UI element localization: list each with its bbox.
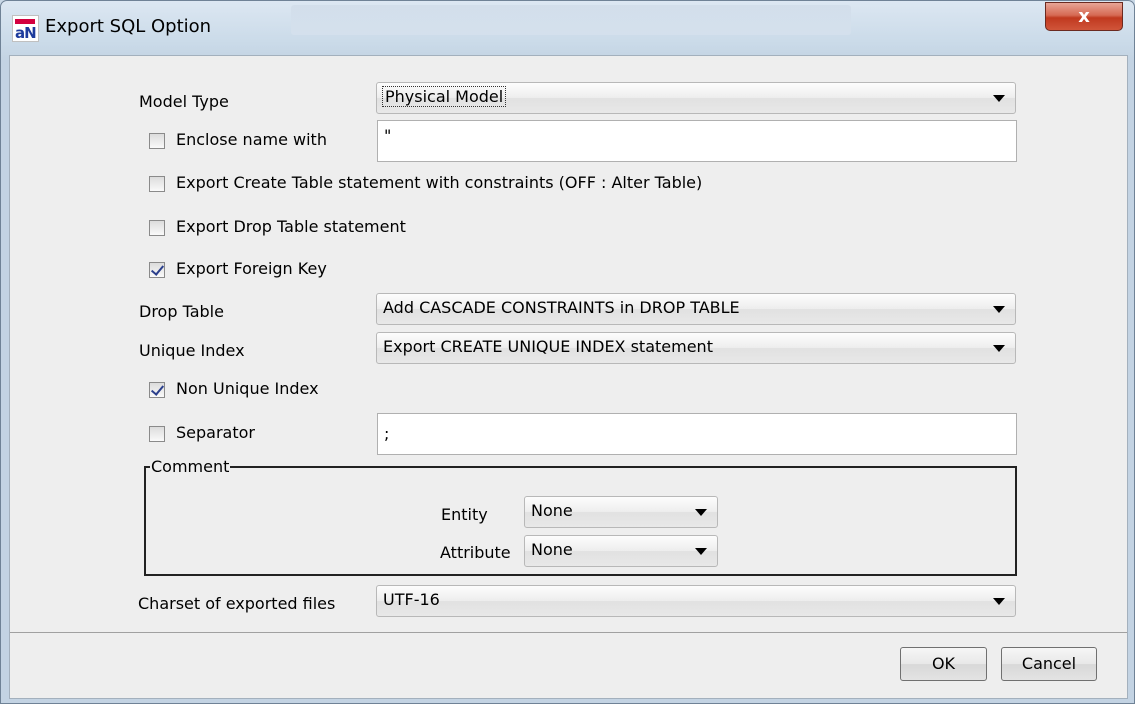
- separator-checkbox[interactable]: [149, 426, 165, 442]
- chevron-down-icon: [993, 95, 1005, 102]
- comment-group-title: Comment: [150, 457, 231, 476]
- export-drop-table-label: Export Drop Table statement: [176, 217, 406, 236]
- attribute-label: Attribute: [440, 543, 511, 562]
- entity-select[interactable]: None: [524, 496, 718, 528]
- close-icon: x: [1078, 6, 1090, 27]
- charset-label: Charset of exported files: [138, 594, 336, 613]
- chevron-down-icon: [993, 306, 1005, 313]
- window-title: Export SQL Option: [45, 16, 212, 37]
- model-type-select[interactable]: Physical Model: [376, 82, 1016, 114]
- unique-index-value: Export CREATE UNIQUE INDEX statement: [383, 337, 713, 356]
- export-foreign-key-checkbox[interactable]: [149, 262, 165, 278]
- title-bar[interactable]: aN Export SQL Option x: [1, 1, 1134, 55]
- enclose-name-label: Enclose name with: [176, 130, 327, 149]
- unique-index-label: Unique Index: [139, 341, 245, 360]
- chevron-down-icon: [993, 598, 1005, 605]
- dialog-content: Model Type Physical Model Enclose name w…: [9, 55, 1128, 699]
- separator-field[interactable]: ;: [377, 413, 1017, 455]
- non-unique-index-label: Non Unique Index: [176, 379, 319, 398]
- export-create-table-label: Export Create Table statement with const…: [176, 173, 703, 192]
- export-drop-table-checkbox[interactable]: [149, 220, 165, 236]
- separator-label: Separator: [176, 423, 255, 442]
- drop-table-select[interactable]: Add CASCADE CONSTRAINTS in DROP TABLE: [376, 293, 1016, 325]
- entity-value: None: [531, 501, 573, 520]
- charset-value: UTF-16: [383, 590, 440, 609]
- background-window-ghost: [291, 5, 851, 35]
- dialog-window: aN Export SQL Option x Model Type Physic…: [0, 0, 1135, 704]
- model-type-label: Model Type: [139, 92, 229, 111]
- button-separator: [10, 632, 1127, 633]
- entity-label: Entity: [441, 505, 488, 524]
- export-create-table-checkbox[interactable]: [149, 176, 165, 192]
- enclose-name-field[interactable]: ": [377, 120, 1017, 162]
- cancel-button[interactable]: Cancel: [1001, 647, 1097, 681]
- ok-button[interactable]: OK: [900, 647, 987, 681]
- app-icon: aN: [12, 15, 39, 42]
- chevron-down-icon: [695, 548, 707, 555]
- export-foreign-key-label: Export Foreign Key: [176, 259, 327, 278]
- drop-table-label: Drop Table: [139, 302, 224, 321]
- model-type-value: Physical Model: [381, 86, 507, 107]
- enclose-name-checkbox[interactable]: [149, 133, 165, 149]
- non-unique-index-checkbox[interactable]: [149, 382, 165, 398]
- close-button[interactable]: x: [1045, 2, 1123, 31]
- drop-table-value: Add CASCADE CONSTRAINTS in DROP TABLE: [383, 298, 740, 317]
- attribute-select[interactable]: None: [524, 535, 718, 567]
- chevron-down-icon: [695, 509, 707, 516]
- charset-select[interactable]: UTF-16: [376, 585, 1016, 617]
- app-icon-text: aN: [15, 24, 37, 42]
- chevron-down-icon: [993, 345, 1005, 352]
- unique-index-select[interactable]: Export CREATE UNIQUE INDEX statement: [376, 332, 1016, 364]
- attribute-value: None: [531, 540, 573, 559]
